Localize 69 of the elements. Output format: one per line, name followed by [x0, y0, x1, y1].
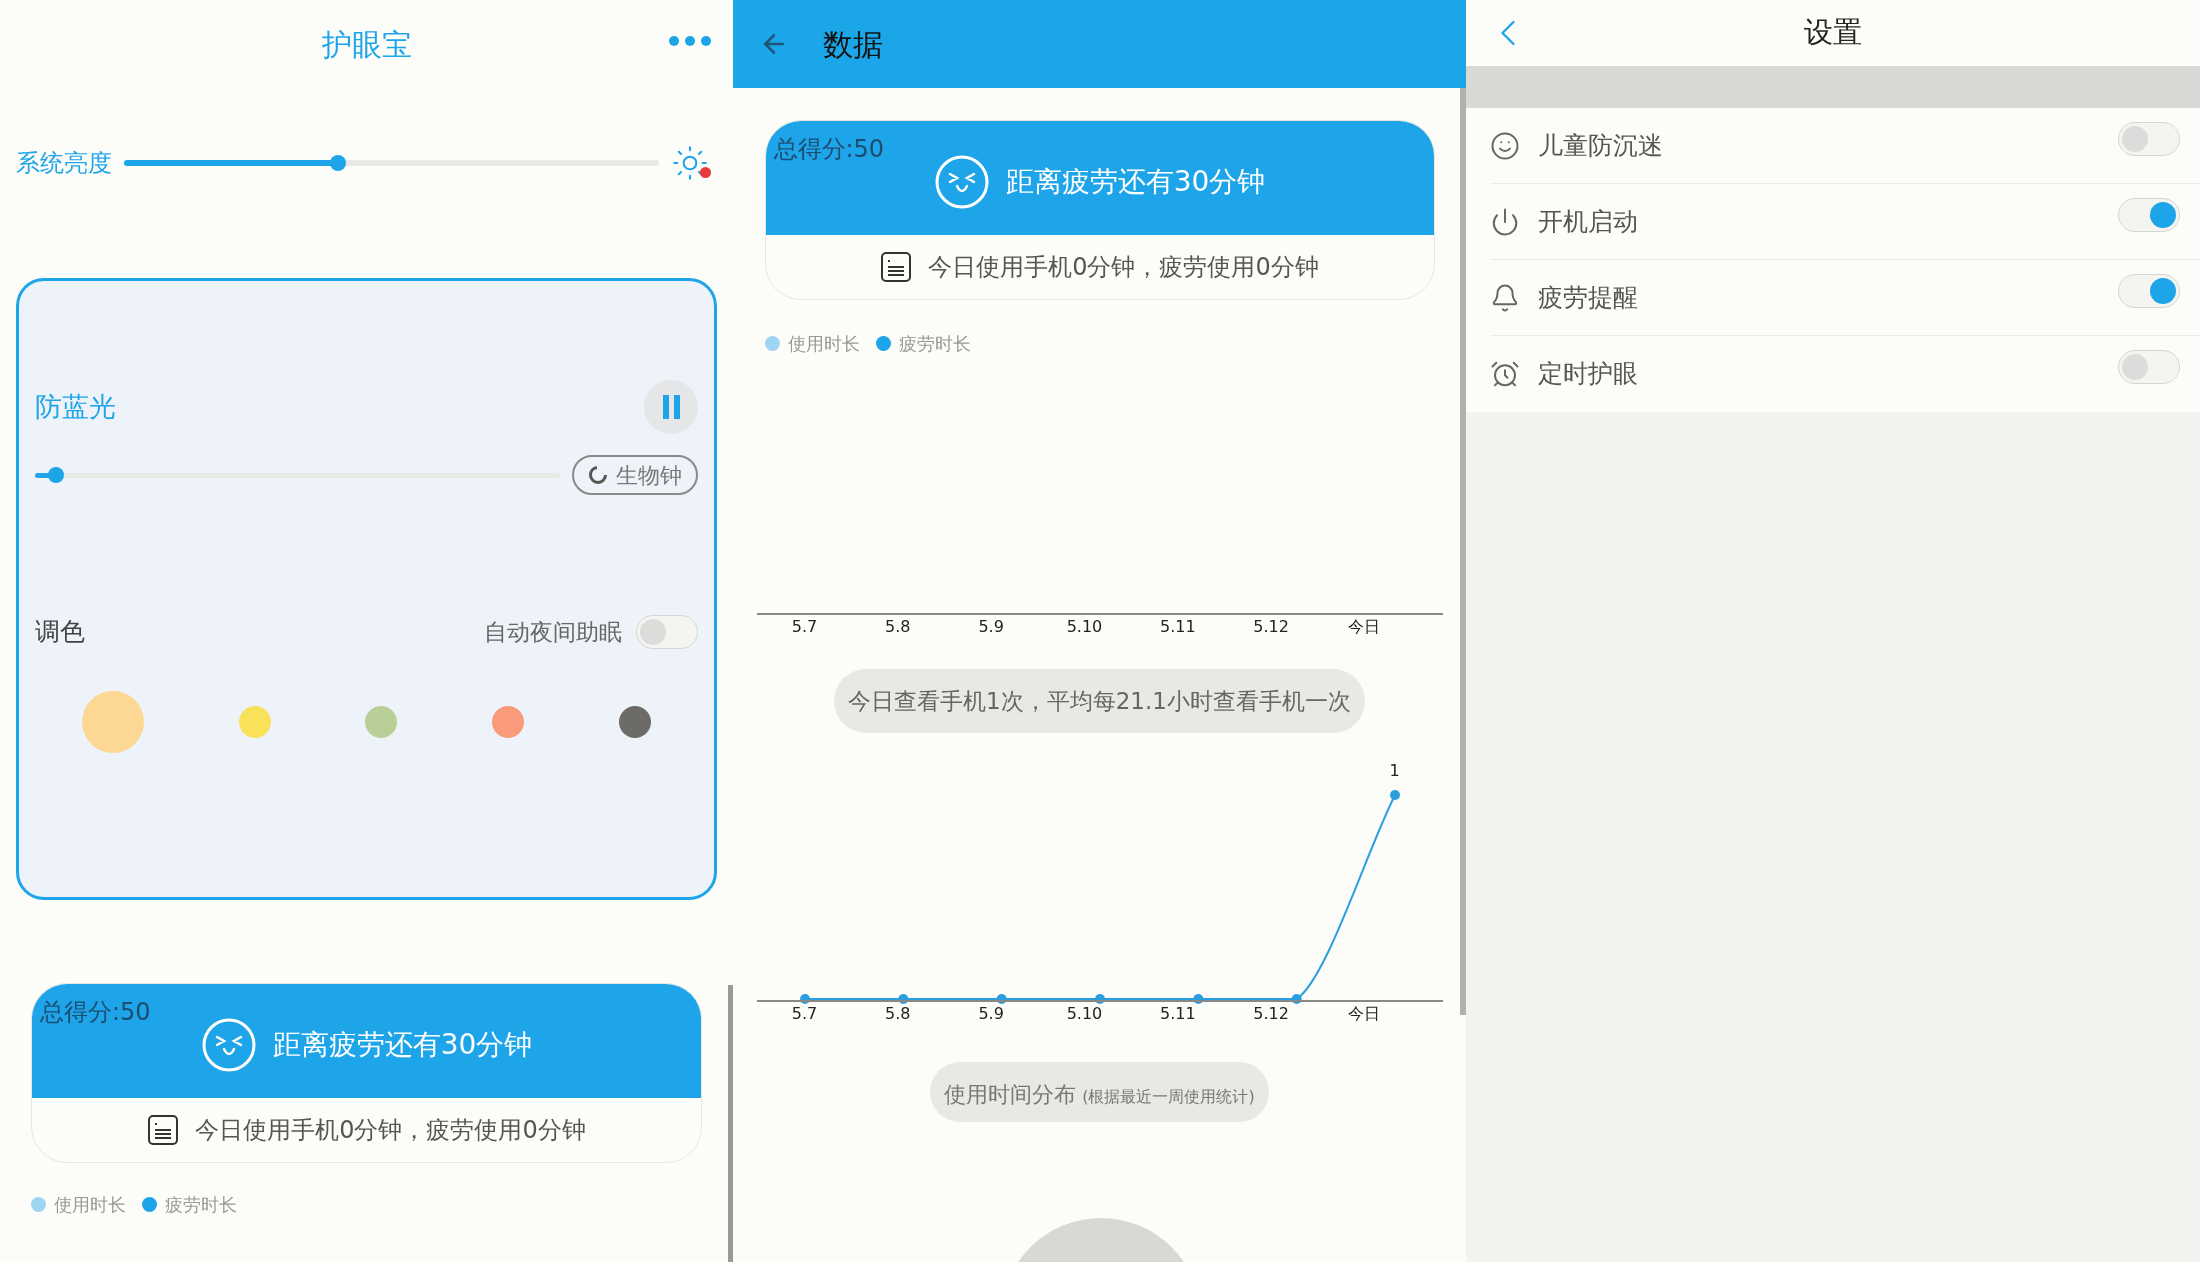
settings-label: 开机启动	[1538, 206, 1638, 239]
fatigue-countdown: 距离疲劳还有30分钟	[272, 1027, 533, 1063]
axis-label: 5.11	[1159, 616, 1197, 638]
page-title: 数据	[823, 25, 883, 64]
filter-slider[interactable]	[35, 467, 560, 483]
color-swatch[interactable]	[238, 705, 271, 738]
axis-label: 5.7	[790, 616, 819, 638]
axis-label: 5.9	[977, 616, 1005, 638]
toggle-switch[interactable]	[2118, 198, 2180, 232]
axis-label: 5.7	[790, 1003, 819, 1025]
axis-label: 5.12	[1252, 1003, 1290, 1025]
legend-label: 疲劳时长	[898, 332, 971, 356]
settings-label: 疲劳提醒	[1538, 282, 1638, 315]
bio-clock-button[interactable]: 生物钟	[572, 455, 698, 495]
app-title: 护眼宝	[321, 25, 412, 64]
axis-label: 5.9	[977, 1003, 1005, 1025]
bell-icon	[1490, 283, 1520, 313]
axis-label: 5.8	[884, 616, 912, 638]
tint-label: 调色	[35, 616, 85, 648]
usage-summary: 今日使用手机0分钟，疲劳使用0分钟	[928, 252, 1319, 283]
color-swatch[interactable]	[492, 705, 525, 738]
color-swatch[interactable]	[618, 705, 651, 738]
settings-label: 定时护眼	[1538, 358, 1638, 391]
score-text: 总得分:50	[40, 997, 151, 1028]
legend-label: 疲劳时长	[165, 1193, 237, 1217]
list-note-icon	[880, 251, 913, 283]
slider-thumb[interactable]	[48, 467, 64, 483]
settings-label: 儿童防沉迷	[1538, 130, 1663, 163]
smiley-icon	[1490, 131, 1520, 161]
squint-face-icon	[200, 1017, 257, 1073]
distribution-title: 使用时间分布	[944, 1081, 1077, 1109]
ring-icon	[588, 465, 608, 485]
alarm-clock-icon	[1490, 359, 1520, 389]
axis-label: 今日	[1347, 616, 1382, 638]
axis-label: 5.11	[1159, 1003, 1197, 1025]
axis-label: 今日	[1347, 1003, 1382, 1025]
toggle-switch[interactable]	[636, 614, 698, 649]
score-text: 总得分:50	[773, 134, 885, 165]
filter-title: 防蓝光	[35, 389, 116, 424]
slider-thumb[interactable]	[330, 155, 346, 171]
sun-icon	[671, 144, 709, 182]
checks-summary: 今日查看手机1次，平均每21.1小时查看手机一次	[834, 669, 1365, 733]
axis-label: 5.8	[884, 1003, 912, 1025]
brightness-slider[interactable]	[124, 155, 659, 171]
more-menu-button[interactable]	[669, 36, 711, 46]
axis-label: 5.10	[1065, 1003, 1104, 1025]
peak-value-label: 1	[1388, 760, 1401, 782]
settings-title: 设置	[1804, 14, 1862, 52]
settings-row[interactable]: 定时护眼	[1490, 336, 2200, 412]
toggle-switch[interactable]	[2118, 122, 2180, 156]
settings-row[interactable]: 疲劳提醒	[1490, 260, 2200, 336]
brightness-label: 系统亮度	[16, 148, 112, 179]
fatigue-countdown: 距离疲劳还有30分钟	[1005, 164, 1266, 200]
settings-row[interactable]: 开机启动	[1490, 184, 2200, 260]
legend-label: 使用时长	[54, 1193, 126, 1217]
axis-label: 5.12	[1252, 616, 1290, 638]
distribution-note: (根据最近一周使用统计)	[1082, 1086, 1255, 1108]
color-swatch[interactable]	[365, 705, 398, 738]
squint-face-icon	[933, 154, 990, 210]
settings-row[interactable]: 儿童防沉迷	[1490, 108, 2200, 184]
axis-label: 5.10	[1065, 616, 1104, 638]
list-note-icon	[147, 1114, 180, 1146]
legend-label: 使用时长	[787, 332, 860, 356]
auto-night-label: 自动夜间助眠	[484, 617, 622, 647]
toggle-switch[interactable]	[2118, 274, 2180, 308]
power-icon	[1490, 207, 1520, 237]
usage-summary: 今日使用手机0分钟，疲劳使用0分钟	[195, 1115, 586, 1146]
toggle-switch[interactable]	[2118, 350, 2180, 384]
data-point	[1389, 790, 1400, 800]
